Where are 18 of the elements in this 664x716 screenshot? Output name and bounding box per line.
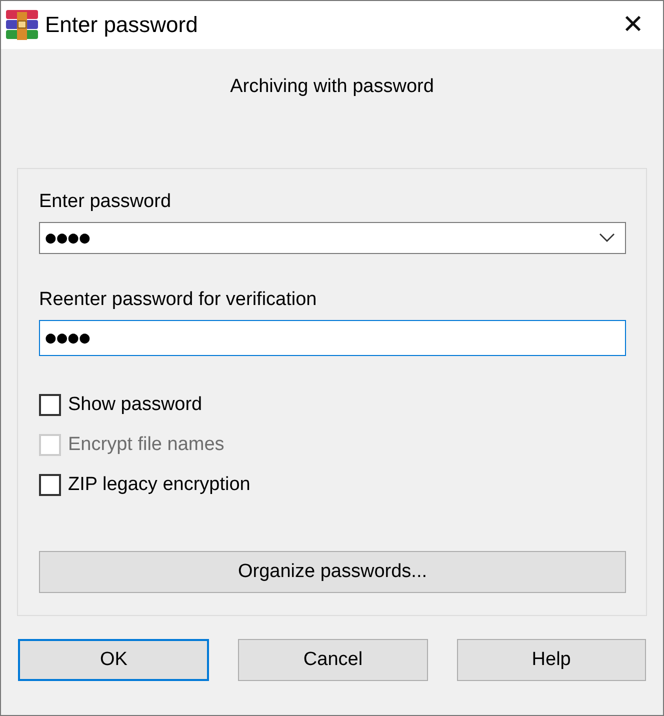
dialog-button[interactable]: Help <box>456 639 646 681</box>
close-button[interactable]: ✕ <box>609 3 657 47</box>
checkbox-label: ZIP legacy encryption <box>68 474 250 496</box>
window-title: Enter password <box>45 12 199 38</box>
organize-passwords-button[interactable]: Organize passwords... <box>39 551 626 593</box>
chevron-down-icon <box>599 233 615 243</box>
archive-books-icon <box>5 8 39 42</box>
password-input[interactable]: ●●●● <box>39 320 626 356</box>
password-combo[interactable]: ●●●● <box>39 222 626 254</box>
checkbox[interactable] <box>39 474 61 496</box>
field-label: Enter password <box>39 191 172 212</box>
dialog-button[interactable]: OK <box>18 639 210 681</box>
checkbox[interactable] <box>39 394 61 416</box>
checkbox-label: Encrypt file names <box>68 434 224 456</box>
checkbox-label: Show password <box>68 394 202 416</box>
dialog-subtitle: Archiving with password <box>229 76 435 99</box>
dialog-button[interactable]: Cancel <box>238 639 428 681</box>
field-label: Reenter password for verification <box>39 289 317 310</box>
